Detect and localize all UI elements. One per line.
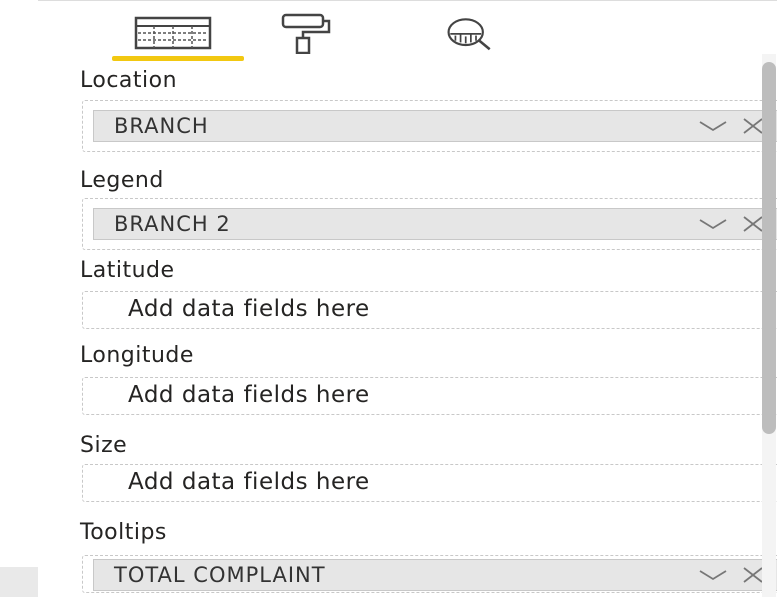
top-rule [0,0,777,1]
latitude-placeholder: Add data fields here [128,296,370,322]
size-label: Size [80,433,128,458]
legend-field-pill[interactable]: BRANCH 2 [93,208,777,240]
chevron-down-icon[interactable] [698,214,728,234]
location-label: Location [80,68,178,93]
tooltips-label: Tooltips [80,520,167,545]
chevron-down-icon[interactable] [698,116,728,136]
tab-analytics[interactable] [440,12,500,62]
longitude-well[interactable]: Add data fields here [82,377,777,415]
longitude-placeholder: Add data fields here [128,382,370,408]
legend-well[interactable]: BRANCH 2 [82,198,777,250]
pane-tabs [100,12,560,62]
legend-field-name: BRANCH 2 [114,212,231,236]
longitude-label: Longitude [80,343,194,368]
latitude-label: Latitude [80,258,175,283]
size-well[interactable]: Add data fields here [82,464,777,502]
fields-grid-icon [134,16,211,50]
magnifier-analytics-icon [447,18,491,51]
gutter-tab [0,567,38,597]
size-placeholder: Add data fields here [128,469,370,495]
tooltips-field-pill[interactable]: TOTAL COMPLAINT [93,559,777,591]
location-field-pill[interactable]: BRANCH [93,110,777,142]
tab-format[interactable] [275,12,335,62]
latitude-well[interactable]: Add data fields here [82,291,777,329]
chevron-down-icon[interactable] [698,565,728,585]
location-well[interactable]: BRANCH [82,100,777,152]
tooltips-well[interactable]: TOTAL COMPLAINT [82,555,777,593]
legend-label: Legend [80,168,164,193]
tab-fields[interactable] [100,12,245,62]
location-field-name: BRANCH [114,114,209,138]
left-gutter [0,0,38,597]
tooltips-field-name: TOTAL COMPLAINT [114,563,326,587]
paint-roller-icon [281,13,331,54]
active-tab-indicator [112,56,244,61]
scrollbar-thumb[interactable] [762,62,776,434]
